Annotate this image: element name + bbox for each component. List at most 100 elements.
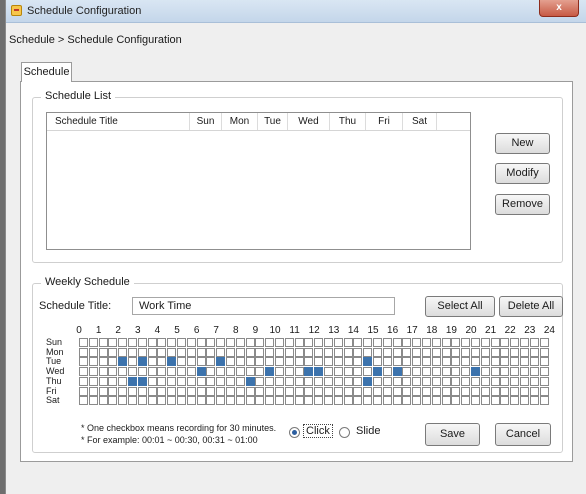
half-hour-checkbox[interactable] <box>245 376 255 386</box>
half-hour-checkbox[interactable] <box>284 338 294 347</box>
half-hour-checkbox[interactable] <box>226 357 235 367</box>
half-hour-checkbox[interactable] <box>108 376 118 386</box>
half-hour-checkbox[interactable] <box>441 347 451 357</box>
half-hour-checkbox[interactable] <box>500 357 510 367</box>
half-hour-checkbox[interactable] <box>324 367 333 377</box>
half-hour-checkbox[interactable] <box>216 357 226 367</box>
half-hour-checkbox[interactable] <box>441 357 451 367</box>
half-hour-checkbox[interactable] <box>79 338 88 347</box>
half-hour-checkbox[interactable] <box>167 386 177 396</box>
half-hour-checkbox[interactable] <box>196 338 206 347</box>
half-hour-checkbox[interactable] <box>265 367 275 377</box>
half-hour-checkbox[interactable] <box>353 376 363 386</box>
half-hour-checkbox[interactable] <box>167 347 177 357</box>
half-hour-checkbox[interactable] <box>382 338 392 347</box>
half-hour-checkbox[interactable] <box>529 338 539 347</box>
half-hour-checkbox[interactable] <box>128 386 137 396</box>
half-hour-checkbox[interactable] <box>196 357 206 367</box>
half-hour-checkbox[interactable] <box>98 367 108 377</box>
half-hour-checkbox[interactable] <box>265 396 275 406</box>
half-hour-checkbox[interactable] <box>98 357 108 367</box>
half-hour-checkbox[interactable] <box>206 386 216 396</box>
half-hour-checkbox[interactable] <box>431 367 441 377</box>
half-hour-checkbox[interactable] <box>451 396 461 406</box>
half-hour-checkbox[interactable] <box>520 386 529 396</box>
half-hour-checkbox[interactable] <box>137 396 147 406</box>
half-hour-checkbox[interactable] <box>304 367 314 377</box>
half-hour-checkbox[interactable] <box>451 376 461 386</box>
column-mon[interactable]: Mon <box>222 113 258 130</box>
half-hour-checkbox[interactable] <box>79 347 88 357</box>
half-hour-checkbox[interactable] <box>490 367 500 377</box>
half-hour-checkbox[interactable] <box>441 367 451 377</box>
half-hour-checkbox[interactable] <box>363 338 373 347</box>
half-hour-checkbox[interactable] <box>471 338 480 347</box>
half-hour-checkbox[interactable] <box>412 367 422 377</box>
half-hour-checkbox[interactable] <box>363 367 373 377</box>
half-hour-checkbox[interactable] <box>382 386 392 396</box>
half-hour-checkbox[interactable] <box>206 396 216 406</box>
half-hour-checkbox[interactable] <box>108 386 118 396</box>
half-hour-checkbox[interactable] <box>539 367 549 377</box>
half-hour-checkbox[interactable] <box>177 338 186 347</box>
half-hour-checkbox[interactable] <box>284 347 294 357</box>
half-hour-checkbox[interactable] <box>373 357 382 367</box>
half-hour-checkbox[interactable] <box>137 386 147 396</box>
half-hour-checkbox[interactable] <box>226 347 235 357</box>
column-schedule-title[interactable]: Schedule Title <box>47 113 190 130</box>
half-hour-checkbox[interactable] <box>226 367 235 377</box>
half-hour-checkbox[interactable] <box>255 347 265 357</box>
half-hour-checkbox[interactable] <box>529 367 539 377</box>
half-hour-checkbox[interactable] <box>294 386 304 396</box>
half-hour-checkbox[interactable] <box>539 386 549 396</box>
half-hour-checkbox[interactable] <box>235 347 245 357</box>
column-sat[interactable]: Sat <box>403 113 437 130</box>
half-hour-checkbox[interactable] <box>235 396 245 406</box>
half-hour-checkbox[interactable] <box>431 386 441 396</box>
half-hour-checkbox[interactable] <box>363 357 373 367</box>
half-hour-checkbox[interactable] <box>402 386 412 396</box>
half-hour-checkbox[interactable] <box>216 367 226 377</box>
half-hour-checkbox[interactable] <box>490 347 500 357</box>
half-hour-checkbox[interactable] <box>333 367 343 377</box>
half-hour-checkbox[interactable] <box>333 347 343 357</box>
half-hour-checkbox[interactable] <box>275 386 284 396</box>
half-hour-checkbox[interactable] <box>226 386 235 396</box>
half-hour-checkbox[interactable] <box>510 367 520 377</box>
half-hour-checkbox[interactable] <box>461 396 471 406</box>
half-hour-checkbox[interactable] <box>265 357 275 367</box>
half-hour-checkbox[interactable] <box>196 347 206 357</box>
half-hour-checkbox[interactable] <box>382 376 392 386</box>
half-hour-checkbox[interactable] <box>373 386 382 396</box>
half-hour-checkbox[interactable] <box>216 396 226 406</box>
half-hour-checkbox[interactable] <box>128 347 137 357</box>
half-hour-checkbox[interactable] <box>206 338 216 347</box>
half-hour-checkbox[interactable] <box>196 376 206 386</box>
half-hour-checkbox[interactable] <box>137 376 147 386</box>
half-hour-checkbox[interactable] <box>196 396 206 406</box>
half-hour-checkbox[interactable] <box>392 347 402 357</box>
half-hour-checkbox[interactable] <box>402 367 412 377</box>
half-hour-checkbox[interactable] <box>265 347 275 357</box>
half-hour-checkbox[interactable] <box>157 357 167 367</box>
half-hour-checkbox[interactable] <box>304 347 314 357</box>
half-hour-checkbox[interactable] <box>363 396 373 406</box>
half-hour-checkbox[interactable] <box>98 338 108 347</box>
half-hour-checkbox[interactable] <box>128 338 137 347</box>
half-hour-checkbox[interactable] <box>118 386 128 396</box>
slide-mode-radio[interactable] <box>339 427 350 438</box>
half-hour-checkbox[interactable] <box>118 396 128 406</box>
half-hour-checkbox[interactable] <box>324 376 333 386</box>
half-hour-checkbox[interactable] <box>284 376 294 386</box>
half-hour-checkbox[interactable] <box>186 357 196 367</box>
half-hour-checkbox[interactable] <box>529 347 539 357</box>
half-hour-checkbox[interactable] <box>157 386 167 396</box>
half-hour-checkbox[interactable] <box>284 396 294 406</box>
half-hour-checkbox[interactable] <box>402 376 412 386</box>
half-hour-checkbox[interactable] <box>490 376 500 386</box>
half-hour-checkbox[interactable] <box>275 376 284 386</box>
delete-all-button[interactable]: Delete All <box>499 296 563 317</box>
half-hour-checkbox[interactable] <box>373 396 382 406</box>
half-hour-checkbox[interactable] <box>186 338 196 347</box>
half-hour-checkbox[interactable] <box>451 347 461 357</box>
